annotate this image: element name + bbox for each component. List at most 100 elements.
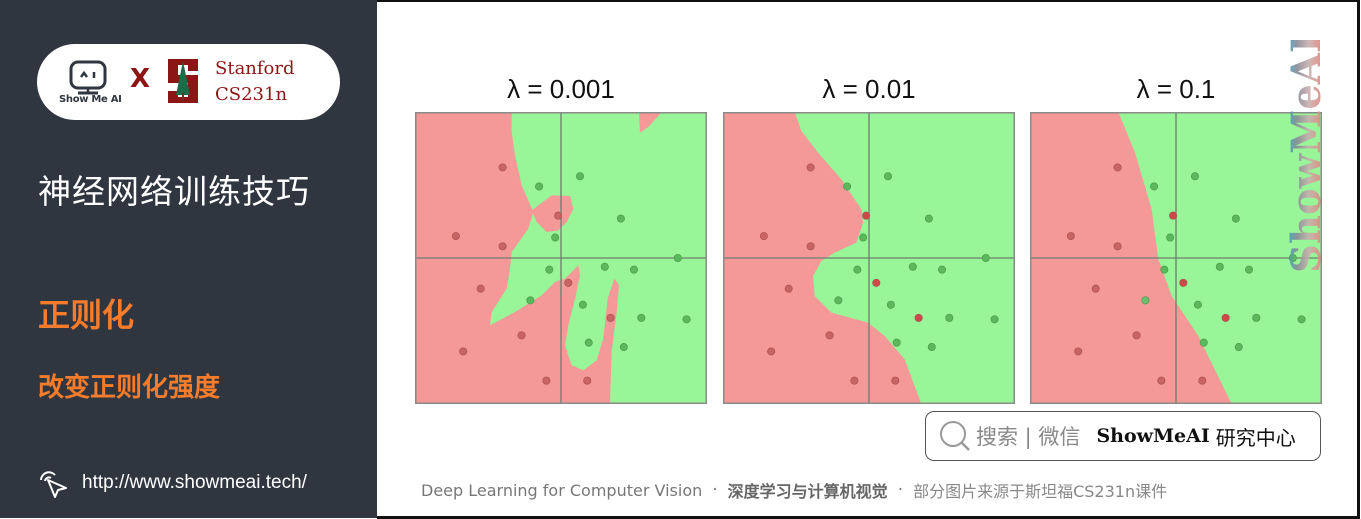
data-point-red xyxy=(498,242,507,251)
data-point-red xyxy=(872,278,881,287)
data-point-green xyxy=(637,313,646,322)
watermark-text: ShowMeAI xyxy=(1284,40,1328,273)
plot-title-lambda-0001: λ = 0.001 xyxy=(507,74,615,104)
data-point-green xyxy=(1193,300,1202,309)
data-point-red xyxy=(476,284,485,293)
stanford-label: Stanford xyxy=(215,58,295,79)
footer-source-note: 部分图片来源于斯坦福CS231n课件 xyxy=(913,482,1168,501)
data-point-green xyxy=(1150,182,1159,191)
footer-caption: Deep Learning for Computer Vision · 深度学习… xyxy=(421,478,1167,502)
data-point-red xyxy=(891,376,900,385)
data-point-red xyxy=(1074,347,1083,356)
data-point-green xyxy=(892,338,901,347)
data-point-red xyxy=(1157,376,1166,385)
data-point-green xyxy=(938,265,946,274)
data-point-green xyxy=(886,300,895,309)
data-point-green xyxy=(927,343,936,352)
data-point-green xyxy=(981,254,990,262)
data-point-green xyxy=(1160,265,1169,274)
data-point-red xyxy=(1169,211,1178,220)
data-point-red xyxy=(451,232,460,241)
data-point-red xyxy=(1066,232,1075,241)
decision-boundary-plot-lambda-0001 xyxy=(415,112,707,404)
data-point-green xyxy=(924,214,933,223)
data-point-green xyxy=(682,315,691,324)
data-point-green xyxy=(1231,214,1240,223)
data-point-green xyxy=(859,233,868,242)
data-point-green xyxy=(883,172,892,181)
data-point-red xyxy=(767,347,776,356)
data-point-green xyxy=(526,296,535,305)
data-point-red xyxy=(1179,278,1188,287)
data-point-red xyxy=(583,376,592,385)
data-point-green xyxy=(1190,172,1199,181)
collab-cross: X xyxy=(130,64,151,94)
data-point-red xyxy=(1132,331,1141,340)
stanford-logo-icon xyxy=(168,59,198,103)
sidebar: Show Me AI X Stanford CS231n 神经网络训练技巧 正则… xyxy=(0,0,377,518)
website-link[interactable]: http://www.showmeai.tech/ xyxy=(36,468,307,498)
search-brand-name: ShowMeAI xyxy=(1096,425,1210,447)
wechat-search-banner: 搜索 | 微信 ShowMeAI 研究中心 xyxy=(925,411,1321,461)
data-point-green xyxy=(575,172,584,181)
data-point-red xyxy=(606,313,615,322)
data-point-red xyxy=(542,376,551,385)
data-point-green xyxy=(1252,313,1261,322)
data-point-red xyxy=(914,313,923,322)
decision-boundary-plot-lambda-001 xyxy=(723,112,1015,404)
data-point-green xyxy=(1215,262,1224,271)
data-point-red xyxy=(564,278,573,287)
data-point-green xyxy=(600,262,609,271)
data-point-green xyxy=(1199,338,1208,347)
data-point-green xyxy=(853,265,862,274)
search-icon xyxy=(940,421,970,451)
data-point-red xyxy=(806,163,815,172)
data-point-red xyxy=(806,242,815,251)
search-brand-suffix: 研究中心 xyxy=(1215,425,1296,450)
data-point-green xyxy=(1234,343,1243,352)
subsection-title: 改变正则化强度 xyxy=(38,373,221,403)
data-point-green xyxy=(1245,265,1253,274)
data-point-green xyxy=(584,338,593,347)
footer-chinese-title: 深度学习与计算机视觉 xyxy=(727,482,888,501)
data-point-green xyxy=(908,262,917,271)
showmeai-brand-text: Show Me AI xyxy=(59,94,122,105)
footer-english-title: Deep Learning for Computer Vision xyxy=(421,480,703,500)
data-point-green xyxy=(945,313,954,322)
decision-boundary-plot-lambda-01 xyxy=(1030,112,1322,404)
footer-separator: · xyxy=(897,480,904,500)
data-point-green xyxy=(673,254,682,262)
logo-banner: Show Me AI X Stanford CS231n xyxy=(37,44,340,120)
data-point-red xyxy=(1113,163,1122,172)
data-point-red xyxy=(554,211,563,220)
data-point-red xyxy=(1221,313,1230,322)
cursor-click-icon xyxy=(40,471,67,498)
data-point-green xyxy=(630,265,638,274)
data-point-green xyxy=(578,300,587,309)
data-point-green xyxy=(1166,233,1175,242)
data-point-green xyxy=(616,214,625,223)
data-point-green xyxy=(990,315,999,324)
data-point-red xyxy=(517,331,526,340)
showmeai-watermark: ShowMeAI xyxy=(1284,40,1328,273)
data-point-green xyxy=(834,296,843,305)
stanford-course-label: Stanford CS231n xyxy=(215,56,295,108)
data-point-green xyxy=(843,182,852,191)
data-point-red xyxy=(825,331,834,340)
course-topic-title: 神经网络训练技巧 xyxy=(38,172,310,211)
data-point-red xyxy=(498,163,507,172)
data-point-red xyxy=(1113,242,1122,251)
data-point-green xyxy=(1141,296,1150,305)
data-point-red xyxy=(850,376,859,385)
data-point-green xyxy=(545,265,554,274)
plot-title-lambda-001: λ = 0.01 xyxy=(822,74,916,104)
website-url[interactable]: http://www.showmeai.tech/ xyxy=(82,472,307,494)
data-point-red xyxy=(759,232,768,241)
data-point-red xyxy=(862,211,871,220)
data-point-red xyxy=(1091,284,1100,293)
data-point-green xyxy=(551,233,560,242)
plot-title-lambda-01: λ = 0.1 xyxy=(1136,74,1216,104)
data-point-green xyxy=(535,182,544,191)
section-title: 正则化 xyxy=(38,296,135,334)
footer-separator: · xyxy=(712,480,718,500)
